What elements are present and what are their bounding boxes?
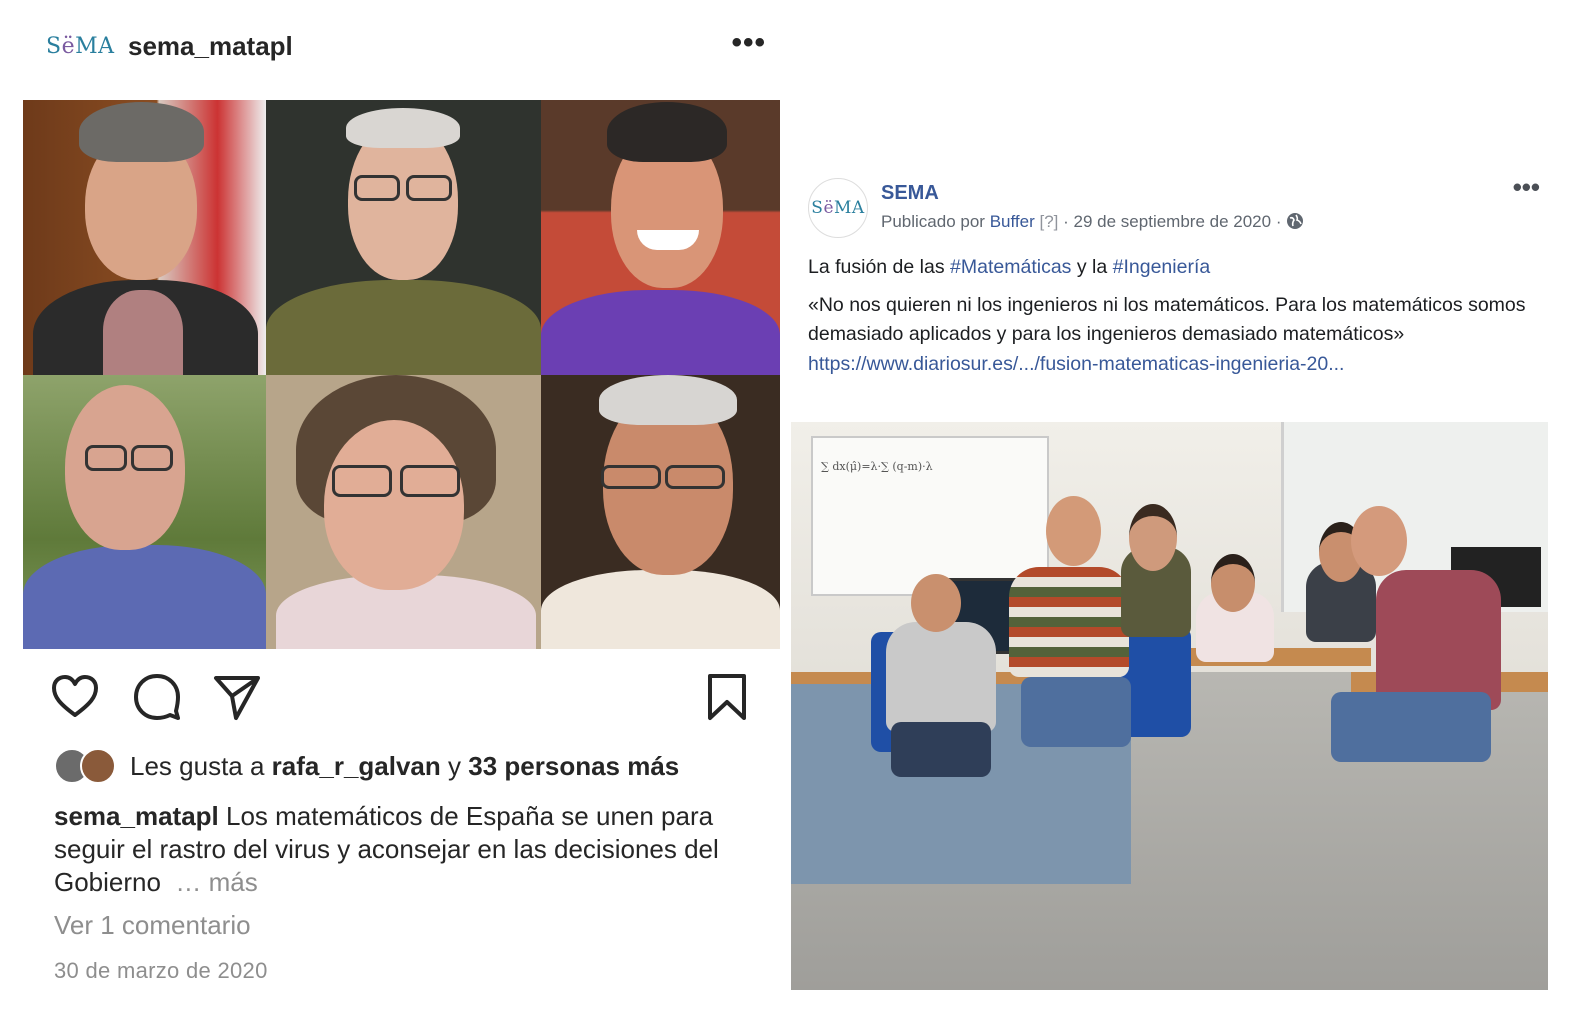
sema-logo: SëMA: [811, 198, 865, 218]
headline-text: y la: [1076, 256, 1108, 278]
post-body: «No nos quieren ni los ingenieros ni los…: [808, 291, 1528, 380]
whiteboard-formula: ∑ dx(μ̂)=λ·∑ (q-m)·λ: [821, 460, 933, 473]
caption-more-link[interactable]: … más: [175, 867, 257, 897]
published-by-label: Publicado por: [881, 212, 985, 231]
post-date[interactable]: 29 de septiembre de 2020: [1074, 212, 1272, 231]
photo-person: [1021, 677, 1131, 747]
post-text: La fusión de las #Matemáticas y la #Inge…: [808, 253, 1528, 387]
comment-icon[interactable]: [132, 672, 182, 722]
caption-username[interactable]: sema_matapl: [54, 801, 219, 831]
hashtag-link[interactable]: #Ingeniería: [1113, 256, 1211, 278]
likes-joiner: y: [448, 750, 462, 781]
post-quote: «No nos quieren ni los ingenieros ni los…: [808, 293, 1526, 346]
photo-person: [891, 722, 991, 777]
buffer-link[interactable]: Buffer: [990, 212, 1035, 231]
avatar: [80, 748, 116, 784]
collage-photo-1: [23, 100, 266, 375]
post-photo-collage[interactable]: [23, 100, 780, 649]
collage-photo-2: [266, 100, 541, 375]
post-headline: La fusión de las #Matemáticas y la #Inge…: [808, 253, 1528, 283]
photo-chair: [1121, 627, 1191, 737]
photo-person: [911, 574, 961, 632]
photo-person: [1331, 692, 1491, 762]
heart-icon[interactable]: [50, 672, 100, 722]
photo-person: [1211, 554, 1255, 612]
view-comments-link[interactable]: Ver 1 comentario: [54, 910, 251, 941]
page-name-link[interactable]: SEMA: [881, 182, 939, 205]
collage-photo-6: [541, 375, 780, 649]
headline-text: La fusión de las: [808, 256, 945, 278]
post-meta: Publicado por Buffer [?] · 29 de septiem…: [881, 212, 1304, 235]
photo-person: [1046, 496, 1101, 566]
post-header: SëMA sema_matapl •••: [46, 22, 766, 70]
likes-prefix: Les gusta a: [130, 750, 265, 781]
likes-count-link[interactable]: 33 personas más: [468, 751, 679, 782]
post-photo[interactable]: ∑ dx(μ̂)=λ·∑ (q-m)·λ: [791, 422, 1548, 990]
photo-person: [1351, 506, 1407, 576]
collage-photo-3: [541, 100, 780, 375]
meta-separator: ·: [1063, 212, 1069, 231]
globe-icon[interactable]: [1286, 212, 1304, 235]
post-caption: sema_matapl Los matemáticos de España se…: [54, 800, 754, 899]
instagram-post: SëMA sema_matapl ••• Les gusta a rafa_r_…: [0, 0, 800, 1026]
bookmark-icon[interactable]: [702, 672, 752, 722]
photo-person: [886, 622, 996, 732]
liker-username[interactable]: rafa_r_galvan: [272, 751, 441, 782]
liker-avatars[interactable]: [54, 748, 116, 784]
avatar[interactable]: SëMA: [808, 178, 868, 238]
ellipsis-icon[interactable]: •••: [1513, 174, 1540, 200]
sema-logo[interactable]: SëMA: [46, 34, 116, 59]
help-link[interactable]: [?]: [1040, 212, 1059, 231]
article-link[interactable]: https://www.diariosur.es/.../fusion-mate…: [808, 353, 1344, 375]
collage-photo-5: [266, 375, 541, 649]
likes-summary: Les gusta a rafa_r_galvan y 33 personas …: [54, 748, 679, 784]
meta-separator: ·: [1275, 212, 1282, 231]
post-actions: [50, 672, 750, 724]
photo-person: [1129, 504, 1177, 571]
photo-person: [1376, 570, 1501, 710]
share-icon[interactable]: [212, 672, 262, 722]
hashtag-link[interactable]: #Matemáticas: [950, 256, 1071, 278]
ellipsis-icon[interactable]: •••: [731, 28, 766, 58]
post-username[interactable]: sema_matapl: [128, 31, 293, 62]
photo-whiteboard: ∑ dx(μ̂)=λ·∑ (q-m)·λ: [811, 436, 1049, 596]
post-date: 30 de marzo de 2020: [54, 958, 268, 983]
photo-person: [1009, 567, 1129, 677]
collage-photo-4: [23, 375, 266, 649]
